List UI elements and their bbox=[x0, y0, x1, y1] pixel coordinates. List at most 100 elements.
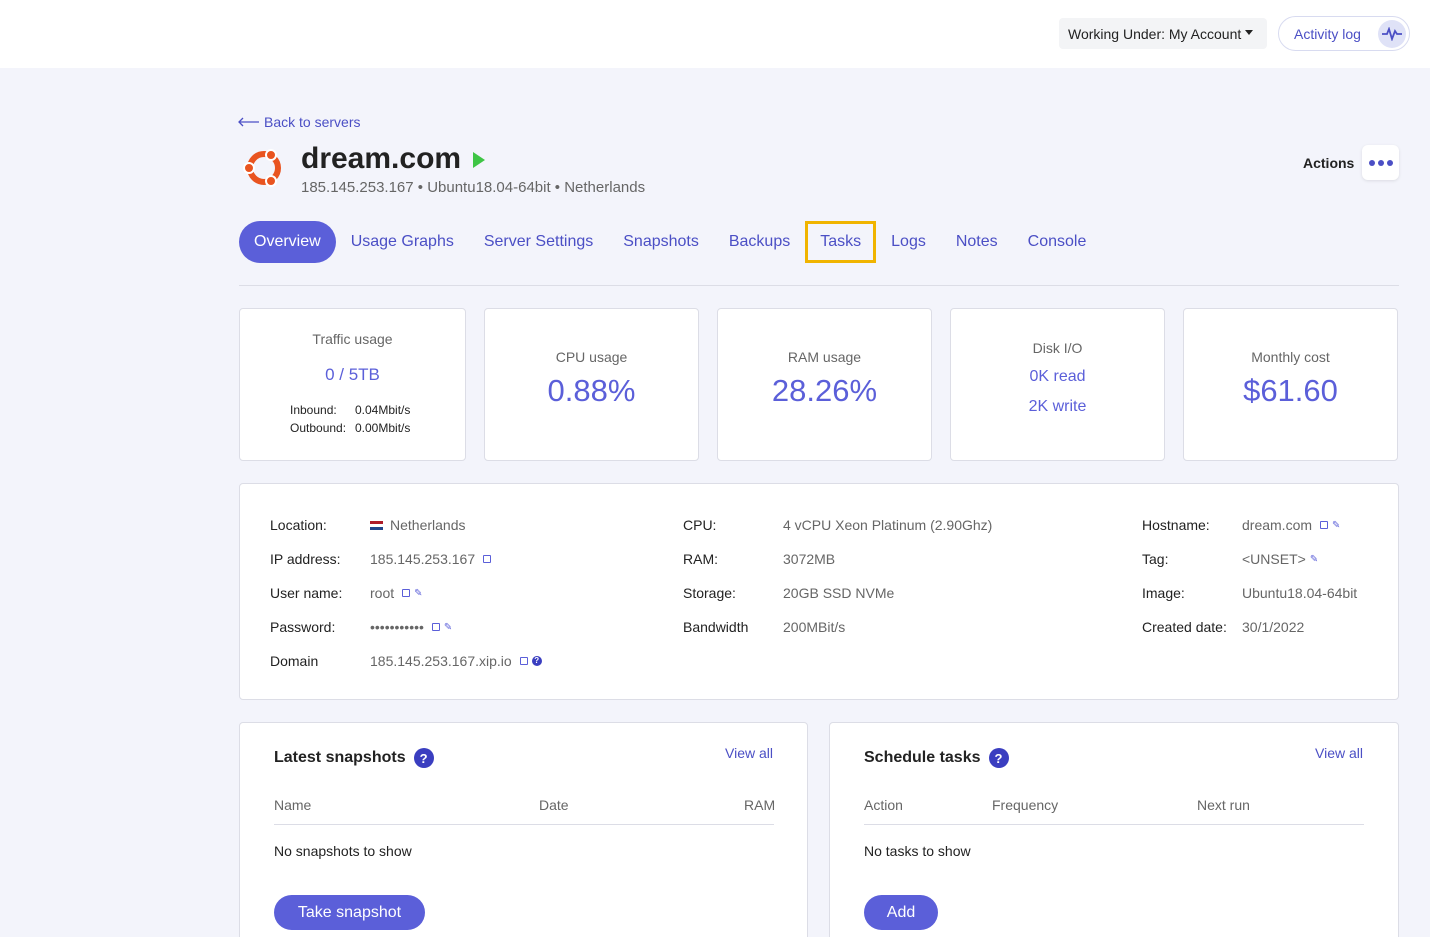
help-icon[interactable]: ? bbox=[413, 748, 434, 768]
copy-icon[interactable] bbox=[483, 555, 492, 563]
snapshots-view-all-link[interactable]: View all bbox=[725, 745, 773, 761]
image-value: Ubuntu18.04-64bit bbox=[1242, 585, 1358, 601]
tasks-view-all-link[interactable]: View all bbox=[1315, 745, 1363, 761]
traffic-rates: Inbound: 0.04Mbit/s Outbound: 0.00Mbit/s bbox=[290, 403, 410, 439]
outbound-value: 0.00Mbit/s bbox=[355, 421, 411, 435]
server-subtitle: 185.145.253.167 • Ubuntu18.04-64bit • Ne… bbox=[301, 179, 646, 196]
netherlands-flag-icon bbox=[370, 520, 383, 530]
snapshots-col-name: Name bbox=[274, 797, 312, 813]
ip-value: 185.145.253.167 bbox=[370, 551, 492, 567]
tasks-col-next-run: Next run bbox=[1197, 797, 1250, 813]
working-under-label: Working Under: My Account bbox=[1068, 25, 1242, 42]
schedule-tasks-panel: Schedule tasks ? View all Action Frequen… bbox=[829, 722, 1399, 937]
server-title: dream.com bbox=[301, 142, 486, 176]
tab-tasks[interactable]: Tasks bbox=[805, 221, 877, 263]
monthly-cost-label: Monthly cost bbox=[1251, 349, 1330, 365]
tab-console[interactable]: Console bbox=[1013, 221, 1102, 263]
ram-label: RAM: bbox=[683, 551, 718, 567]
password-label: Password: bbox=[270, 619, 336, 635]
image-label: Image: bbox=[1142, 585, 1185, 601]
location-label: Location: bbox=[270, 517, 327, 533]
edit-icon[interactable]: ✎ bbox=[1310, 554, 1318, 565]
ubuntu-logo-icon bbox=[240, 145, 286, 191]
created-date-value: 30/1/2022 bbox=[1242, 619, 1305, 635]
tab-logs[interactable]: Logs bbox=[876, 221, 941, 263]
ram-usage-value: 28.26% bbox=[771, 373, 878, 408]
domain-value: 185.145.253.167.xip.io ? bbox=[370, 653, 542, 669]
tag-value: <UNSET> ✎ bbox=[1242, 551, 1318, 567]
tab-overview[interactable]: Overview bbox=[239, 221, 336, 263]
ram-usage-card: RAM usage 28.26% bbox=[717, 308, 932, 461]
traffic-usage-label: Traffic usage bbox=[312, 331, 393, 347]
schedule-tasks-title-text: Schedule tasks bbox=[864, 749, 981, 766]
traffic-usage-value: 0 / 5TB bbox=[325, 365, 380, 384]
help-icon[interactable]: ? bbox=[531, 656, 542, 666]
ip-label: IP address: bbox=[270, 551, 341, 567]
monthly-cost-card: Monthly cost $61.60 bbox=[1183, 308, 1398, 461]
tabs-divider bbox=[239, 285, 1399, 286]
domain-label: Domain bbox=[270, 653, 319, 669]
take-snapshot-button[interactable]: Take snapshot bbox=[274, 895, 425, 930]
snapshots-empty-message: No snapshots to show bbox=[274, 843, 412, 859]
latest-snapshots-title: Latest snapshots ? bbox=[274, 748, 434, 768]
snapshots-header-rule bbox=[274, 824, 774, 825]
tab-snapshots[interactable]: Snapshots bbox=[608, 221, 714, 263]
storage-label: Storage: bbox=[683, 585, 736, 601]
created-date-label: Created date: bbox=[1142, 619, 1227, 635]
cpu-label: CPU: bbox=[683, 517, 717, 533]
cpu-usage-value: 0.88% bbox=[547, 373, 636, 408]
edit-icon[interactable]: ✎ bbox=[1332, 520, 1340, 531]
copy-icon[interactable] bbox=[402, 589, 411, 597]
more-icon-dot bbox=[1377, 159, 1384, 166]
tab-server-settings[interactable]: Server Settings bbox=[469, 221, 608, 263]
tab-notes[interactable]: Notes bbox=[941, 221, 1013, 263]
username-value: root ✎ bbox=[370, 585, 423, 601]
latest-snapshots-title-text: Latest snapshots bbox=[274, 749, 406, 766]
tab-backups[interactable]: Backups bbox=[714, 221, 805, 263]
bandwidth-label: Bandwidth bbox=[683, 619, 749, 635]
location-value: Netherlands bbox=[370, 517, 466, 533]
location-text: Netherlands bbox=[390, 517, 466, 533]
disk-write-value: 2K write bbox=[1028, 398, 1087, 415]
activity-log-button[interactable]: Activity log bbox=[1278, 16, 1410, 51]
server-name: dream.com bbox=[301, 142, 462, 175]
activity-log-label: Activity log bbox=[1294, 25, 1361, 42]
hostname-text: dream.com bbox=[1242, 517, 1313, 533]
server-tabs: Overview Usage Graphs Server Settings Sn… bbox=[239, 221, 1101, 263]
cpu-usage-label: CPU usage bbox=[555, 349, 628, 365]
tasks-empty-message: No tasks to show bbox=[864, 843, 971, 859]
latest-snapshots-panel: Latest snapshots ? View all Name Date RA… bbox=[239, 722, 808, 937]
tasks-header-rule bbox=[864, 824, 1364, 825]
tasks-col-frequency: Frequency bbox=[992, 797, 1059, 813]
actions-label: Actions bbox=[1303, 155, 1355, 171]
edit-icon[interactable]: ✎ bbox=[444, 622, 452, 633]
add-task-button[interactable]: Add bbox=[864, 895, 938, 930]
pulse-icon bbox=[1378, 20, 1406, 48]
username-label: User name: bbox=[270, 585, 343, 601]
server-info-card: Location: Netherlands IP address: 185.14… bbox=[239, 483, 1399, 700]
snapshots-col-ram: RAM bbox=[744, 797, 776, 813]
schedule-tasks-title: Schedule tasks ? bbox=[864, 748, 1009, 768]
back-to-servers-link[interactable]: Back to servers bbox=[238, 114, 360, 130]
top-bar: Working Under: My Account Activity log bbox=[0, 0, 1430, 68]
copy-icon[interactable] bbox=[1320, 521, 1329, 529]
arrow-left-icon bbox=[238, 117, 259, 127]
hostname-value: dream.com ✎ bbox=[1242, 517, 1340, 533]
copy-icon[interactable] bbox=[519, 657, 528, 665]
tag-label: Tag: bbox=[1142, 551, 1169, 567]
password-text: ••••••••••• bbox=[370, 619, 424, 635]
disk-io-label: Disk I/O bbox=[1032, 340, 1083, 356]
disk-read-value: 0K read bbox=[1029, 368, 1086, 385]
storage-value: 20GB SSD NVMe bbox=[783, 585, 895, 601]
actions-menu-button[interactable] bbox=[1362, 145, 1399, 180]
inbound-label: Inbound: bbox=[290, 403, 337, 417]
copy-icon[interactable] bbox=[431, 623, 440, 631]
running-status-icon bbox=[473, 152, 486, 168]
tab-usage-graphs[interactable]: Usage Graphs bbox=[336, 221, 469, 263]
help-icon[interactable]: ? bbox=[988, 748, 1009, 768]
snapshots-col-date: Date bbox=[539, 797, 569, 813]
working-under-dropdown[interactable]: Working Under: My Account bbox=[1059, 18, 1267, 49]
edit-icon[interactable]: ✎ bbox=[414, 588, 422, 599]
ip-text: 185.145.253.167 bbox=[370, 551, 476, 567]
tag-text: <UNSET> bbox=[1242, 551, 1306, 567]
